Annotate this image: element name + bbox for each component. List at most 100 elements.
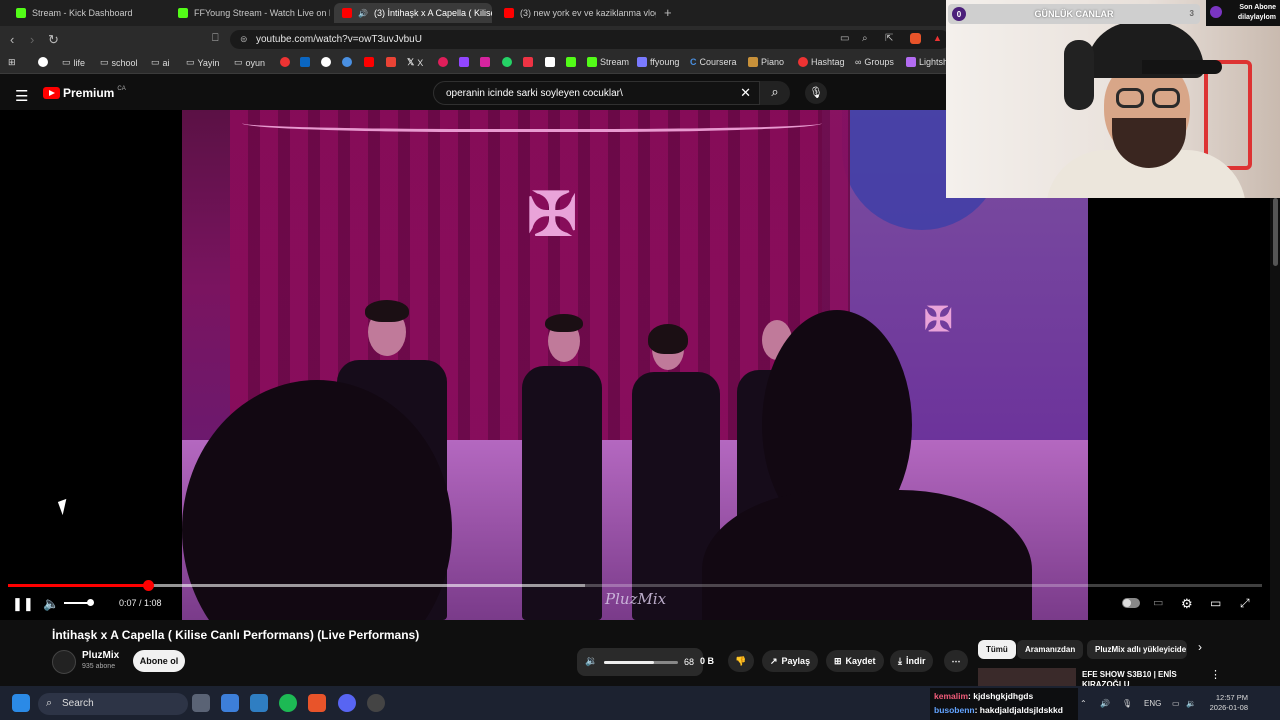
- search-input[interactable]: operanin icinde sarki soyleyen cocuklar\…: [433, 81, 760, 105]
- volume-icon[interactable]: 🔈: [43, 596, 59, 612]
- bookmark-folder[interactable]: ▭ Yayin: [186, 57, 219, 68]
- bookmark-linkedin[interactable]: [300, 57, 310, 67]
- apps-icon[interactable]: ⊞: [8, 57, 16, 68]
- tab-kick-dashboard[interactable]: Stream - Kick Dashboard: [8, 3, 168, 23]
- brave-icon[interactable]: [308, 694, 326, 712]
- bookmark-gmail[interactable]: [386, 57, 396, 67]
- bookmark-site[interactable]: [280, 57, 290, 67]
- forward-icon[interactable]: ›: [30, 32, 34, 47]
- kick-icon: [16, 8, 26, 18]
- autoplay-toggle[interactable]: [1122, 598, 1140, 608]
- tray-volume-icon[interactable]: 🔉: [1186, 699, 1196, 708]
- bookmark-ffyoung[interactable]: ffyoung: [637, 57, 679, 67]
- chip-next-icon[interactable]: ›: [1198, 640, 1202, 654]
- channel-name[interactable]: PluzMix: [82, 650, 119, 661]
- task-view-icon[interactable]: [192, 694, 210, 712]
- clear-search-icon[interactable]: ✕: [740, 85, 751, 101]
- bookmark-coursera[interactable]: C Coursera: [690, 57, 737, 67]
- bookmark-folder[interactable]: ▭ school: [100, 57, 138, 68]
- bookmark-folder[interactable]: ▭ ai: [151, 57, 170, 68]
- video-watermark: PluzMix: [605, 590, 667, 608]
- youtube-logo[interactable]: Premium CA: [43, 86, 126, 100]
- discord-icon[interactable]: [338, 694, 356, 712]
- tab-youtube-vlog[interactable]: (3) new york ev ve kaziklanma vlogu: [496, 3, 656, 23]
- rewards-icon[interactable]: ▲: [933, 33, 942, 43]
- bookmark-twitch[interactable]: [459, 57, 469, 67]
- volume-popup[interactable]: 🔉 68: [577, 648, 703, 676]
- volume-track[interactable]: [604, 661, 678, 664]
- bookmark-lightshot[interactable]: Lightsh: [906, 57, 948, 67]
- bookmark-kick[interactable]: [566, 57, 576, 67]
- google-icon[interactable]: [38, 57, 48, 67]
- save-button[interactable]: ⊞ Kaydet: [826, 650, 884, 672]
- share-icon[interactable]: ⇱: [885, 33, 893, 44]
- tray-overflow-icon[interactable]: ⌃: [1080, 699, 1087, 708]
- zoom-icon[interactable]: ⌕: [862, 33, 868, 44]
- youtube-icon: [342, 8, 352, 18]
- bookmark-whatsapp[interactable]: [502, 57, 512, 67]
- pause-icon[interactable]: ❚❚: [12, 596, 34, 612]
- windows-start-icon[interactable]: [12, 694, 30, 712]
- bookmark-groups[interactable]: ∞ Groups: [855, 57, 894, 67]
- chip-from-uploader[interactable]: PluzMix adlı yükleyicide: [1087, 640, 1187, 659]
- fullscreen-icon[interactable]: ⤢: [1240, 596, 1250, 611]
- chip-from-search[interactable]: Aramanızdan: [1017, 640, 1084, 659]
- bookmark-x[interactable]: 𝕏X: [407, 57, 423, 68]
- search-button[interactable]: ⌕: [760, 81, 790, 105]
- theater-mode-icon[interactable]: ▭: [1210, 596, 1221, 610]
- dislike-button[interactable]: 👎: [728, 650, 754, 672]
- bookmark-tumblr[interactable]: [523, 57, 533, 67]
- bookmark-stream[interactable]: Stream: [587, 57, 629, 67]
- photos-icon[interactable]: [250, 694, 268, 712]
- bookmark-instagram[interactable]: [480, 57, 490, 67]
- tab-label: (3) İntihaşk x A Capella ( Kilise: [373, 8, 492, 18]
- bookmark-youtube[interactable]: [364, 57, 374, 67]
- new-tab-icon[interactable]: +: [664, 5, 672, 20]
- like-count[interactable]: 0 B: [700, 650, 714, 672]
- reload-icon[interactable]: ↻: [48, 32, 59, 48]
- spotify-icon[interactable]: [279, 694, 297, 712]
- tray-display-icon[interactable]: ▭: [1172, 699, 1180, 708]
- tab-ffyoung-stream[interactable]: FFYoung Stream - Watch Live on Kick: [170, 3, 330, 23]
- bookmark-folder[interactable]: ▭ life: [62, 57, 85, 68]
- bookmark-icon[interactable]: ⎕: [212, 32, 219, 45]
- voice-search-button[interactable]: 🎙: [805, 82, 827, 104]
- bookmark-site[interactable]: [342, 57, 352, 67]
- bookmark-piano[interactable]: Piano: [748, 57, 784, 67]
- recommended-menu-icon[interactable]: ⋮: [1210, 668, 1221, 681]
- tab-youtube-active[interactable]: 🔊 (3) İntihaşk x A Capella ( Kilise ✕: [334, 3, 492, 23]
- bookmark-hashtag[interactable]: Hashtag: [798, 57, 845, 67]
- share-button[interactable]: ↗ Paylaş: [762, 650, 819, 672]
- bookmark-amazon[interactable]: [545, 57, 555, 67]
- google-icon: [321, 57, 331, 67]
- progress-bar[interactable]: [8, 580, 1262, 591]
- brave-shield-icon[interactable]: [910, 33, 921, 44]
- channel-avatar[interactable]: [52, 650, 76, 674]
- app-icon[interactable]: [221, 694, 239, 712]
- subtitles-icon[interactable]: ▭: [1153, 596, 1163, 609]
- chip-all[interactable]: Tümü: [978, 640, 1016, 659]
- tray-mic-icon[interactable]: 🎙: [1122, 699, 1132, 708]
- back-icon[interactable]: ‹: [10, 32, 14, 47]
- audience-shoulders: [702, 490, 1032, 620]
- menu-icon[interactable]: ☰: [15, 87, 28, 105]
- download-button[interactable]: ⤓ İndir: [890, 650, 934, 672]
- tray-audio-icon[interactable]: 🔊: [1100, 699, 1110, 708]
- language-indicator[interactable]: ENG: [1144, 699, 1161, 708]
- volume-handle[interactable]: [87, 599, 94, 606]
- bookmark-site[interactable]: [438, 57, 448, 67]
- system-clock[interactable]: 12:57 PM 2026-01-08: [1200, 693, 1248, 713]
- clock-time: 12:57 PM: [1215, 693, 1248, 702]
- last-subscriber-widget: Son Abone dilaylaylom: [1206, 0, 1280, 26]
- more-actions-button[interactable]: ⋯: [944, 650, 968, 672]
- settings-icon[interactable]: ⚙: [1181, 596, 1193, 612]
- scrollbar-thumb[interactable]: [1273, 198, 1278, 266]
- taskbar-search[interactable]: ⌕ Search: [38, 693, 188, 715]
- app-icon[interactable]: [367, 694, 385, 712]
- bookmark-folder[interactable]: ▭ oyun: [234, 57, 265, 68]
- cast-icon[interactable]: ▭: [840, 33, 849, 44]
- singer: [522, 366, 602, 620]
- subscribe-button[interactable]: Abone ol: [133, 650, 185, 672]
- kick-icon: [566, 57, 576, 67]
- bookmark-google[interactable]: [321, 57, 331, 67]
